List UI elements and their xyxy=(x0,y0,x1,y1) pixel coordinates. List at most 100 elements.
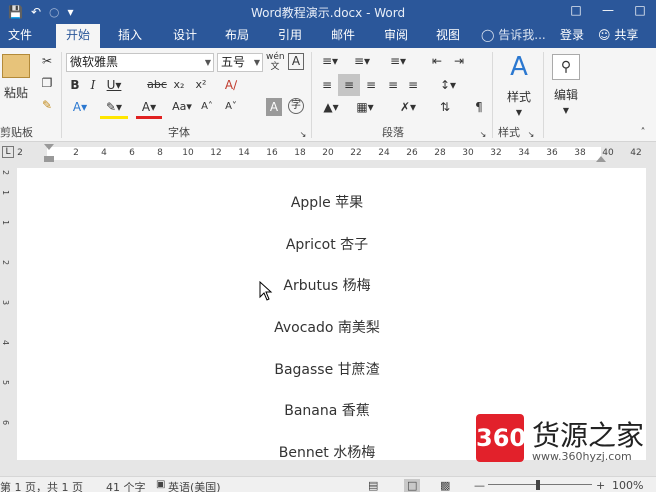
ruler-tick: 26 xyxy=(406,148,418,158)
ruler-tick: 14 xyxy=(238,148,250,158)
share-button[interactable]: ☺ 共享 xyxy=(598,24,638,46)
document-line[interactable]: Arbutus 杨梅 xyxy=(17,275,637,295)
print-layout-icon[interactable]: □ xyxy=(404,479,421,492)
line-spacing-icon[interactable]: ↕▾ xyxy=(436,76,460,94)
zoom-slider-thumb[interactable] xyxy=(536,480,540,490)
subscript-icon[interactable]: x₂ xyxy=(170,76,188,94)
chinese-layout-icon[interactable]: ✗▾ xyxy=(394,98,422,116)
page-count[interactable]: 第 1 页，共 1 页 xyxy=(0,479,83,492)
tab-references[interactable]: 引用 xyxy=(270,24,310,48)
ruler-tick: 20 xyxy=(322,148,334,158)
bullets-icon[interactable]: ≡▾ xyxy=(318,52,342,70)
ribbon-tabs: 文件 开始 插入 设计 布局 引用 邮件 审阅 视图 ◯ 告诉我... 登录 ☺… xyxy=(0,24,656,48)
ruler-tick: 24 xyxy=(378,148,390,158)
tab-design[interactable]: 设计 xyxy=(165,24,205,48)
enclose-char-icon[interactable]: 字 xyxy=(288,98,304,114)
paste-button[interactable]: 粘贴 xyxy=(0,84,32,102)
vruler-tick: 4 xyxy=(1,340,10,346)
ruler-tick: 28 xyxy=(434,148,446,158)
format-painter-icon[interactable]: ✎ xyxy=(38,96,56,114)
ruler-tick: 36 xyxy=(546,148,558,158)
shrink-font-icon[interactable]: A˅ xyxy=(222,98,240,116)
font-name-select[interactable]: 微软雅黑 ▼ xyxy=(66,53,214,72)
tab-file[interactable]: 文件 xyxy=(0,24,40,48)
document-line[interactable]: Apricot 杏子 xyxy=(17,234,637,254)
web-layout-icon[interactable]: ▩ xyxy=(440,479,450,492)
proofing-icon[interactable]: ▣ xyxy=(156,479,165,490)
first-line-indent-marker[interactable] xyxy=(44,144,54,150)
magnifier-icon[interactable]: ⚲ xyxy=(552,54,580,80)
clipboard-icon[interactable] xyxy=(2,54,30,78)
chevron-down-icon: ▼ xyxy=(253,58,260,67)
ruler-tick: 32 xyxy=(490,148,502,158)
tab-mailings[interactable]: 邮件 xyxy=(323,24,363,48)
status-bar: 第 1 页，共 1 页 41 个字 ▣ 英语(美国) ▤ □ ▩ — + 100… xyxy=(0,476,656,492)
copy-icon[interactable]: ❐ xyxy=(38,74,56,92)
ruler-tick: 22 xyxy=(350,148,362,158)
zoom-out-icon[interactable]: — xyxy=(474,479,485,492)
justify-icon[interactable]: ≡ xyxy=(384,76,402,94)
watermark-title: 货源之家 xyxy=(532,419,645,452)
font-group-label: 字体 xyxy=(168,126,190,139)
char-border-icon[interactable]: A xyxy=(288,53,304,70)
language-indicator[interactable]: 英语(美国) xyxy=(168,479,221,492)
align-right-icon[interactable]: ≡ xyxy=(362,76,380,94)
show-marks-icon[interactable]: ¶ xyxy=(470,98,488,116)
italic-icon[interactable]: I xyxy=(86,76,100,94)
phonetic-guide-icon[interactable]: wén 文 xyxy=(266,52,285,72)
ruler-tick: 18 xyxy=(294,148,306,158)
char-shading-icon[interactable]: A xyxy=(266,98,282,116)
separator xyxy=(543,52,544,138)
tab-home[interactable]: 开始 xyxy=(56,24,100,48)
text-effects-icon[interactable]: A▾ xyxy=(68,98,92,116)
cut-icon[interactable]: ✂ xyxy=(38,52,56,70)
change-case-icon[interactable]: Aa▾ xyxy=(168,98,196,116)
tab-layout[interactable]: 布局 xyxy=(217,24,257,48)
borders-icon[interactable]: ▦▾ xyxy=(352,98,378,116)
tab-insert[interactable]: 插入 xyxy=(110,24,150,48)
document-line[interactable]: Bagasse 甘蔗渣 xyxy=(17,359,637,379)
styles-icon[interactable]: A xyxy=(502,52,536,82)
multilevel-list-icon[interactable]: ≡▾ xyxy=(384,52,412,70)
zoom-slider-track[interactable] xyxy=(488,484,592,485)
decrease-indent-icon[interactable]: ⇤ xyxy=(428,52,446,70)
left-indent-marker[interactable] xyxy=(44,156,54,162)
document-line[interactable]: Avocado 南美梨 xyxy=(17,317,637,337)
zoom-in-icon[interactable]: + xyxy=(596,479,605,492)
collapse-ribbon-icon[interactable]: ˄ xyxy=(636,124,650,142)
vruler-tick: 2 xyxy=(1,170,10,176)
strikethrough-icon[interactable]: abc xyxy=(146,76,168,94)
ribbon-display-icon[interactable]: □ xyxy=(560,0,592,24)
sort-icon[interactable]: ⇅ xyxy=(436,98,454,116)
align-center-icon[interactable]: ≡ xyxy=(338,74,360,96)
word-count[interactable]: 41 个字 xyxy=(106,479,146,492)
underline-icon[interactable]: U▾ xyxy=(104,76,124,94)
highlight-icon[interactable]: ✎▾ xyxy=(100,98,128,119)
minimize-icon[interactable]: — xyxy=(592,0,624,24)
tell-me-box[interactable]: ◯ 告诉我... xyxy=(481,24,546,48)
increase-indent-icon[interactable]: ⇥ xyxy=(450,52,468,70)
grow-font-icon[interactable]: A˄ xyxy=(198,98,216,116)
tab-review[interactable]: 审阅 xyxy=(376,24,416,48)
window-controls: □ — □ xyxy=(560,0,656,24)
numbering-icon[interactable]: ≡▾ xyxy=(350,52,374,70)
font-size-select[interactable]: 五号 ▼ xyxy=(217,53,263,72)
clear-formatting-icon[interactable]: A∕ xyxy=(222,76,240,94)
read-mode-icon[interactable]: ▤ xyxy=(368,479,378,492)
document-line[interactable]: Apple 苹果 xyxy=(17,192,637,212)
zoom-level[interactable]: 100% xyxy=(612,479,643,492)
tab-view[interactable]: 视图 xyxy=(428,24,468,48)
ruler-tick: 42 xyxy=(630,148,642,158)
ruler-tick: 34 xyxy=(518,148,530,158)
ruler-tick: 12 xyxy=(210,148,222,158)
font-color-icon[interactable]: A▾ xyxy=(136,98,162,119)
tell-me-text: 告诉我... xyxy=(498,28,546,42)
distributed-icon[interactable]: ≡ xyxy=(404,76,422,94)
vruler-tick: 2 xyxy=(1,260,10,266)
login-link[interactable]: 登录 xyxy=(560,24,584,46)
superscript-icon[interactable]: x² xyxy=(192,76,210,94)
bold-icon[interactable]: B xyxy=(68,76,82,94)
maximize-icon[interactable]: □ xyxy=(624,0,656,24)
align-left-icon[interactable]: ≡ xyxy=(318,76,336,94)
shading-icon[interactable]: ▲▾ xyxy=(318,98,344,116)
